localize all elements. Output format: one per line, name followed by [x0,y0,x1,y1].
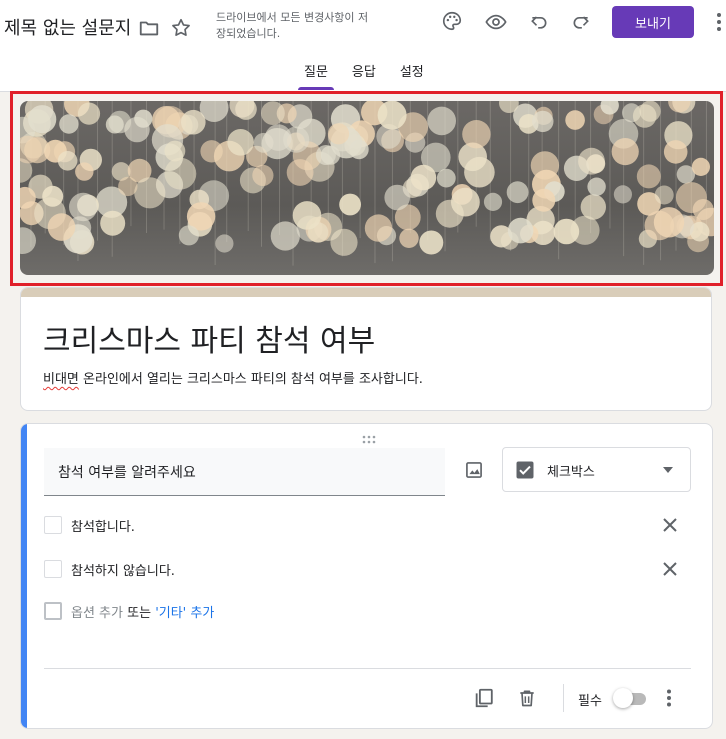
folder-icon[interactable] [137,16,161,40]
app-header: 제목 없는 설문지 드라이브에서 모든 변경사항이 저장되었습니다. 보내기 질… [0,0,726,92]
header-banner-image[interactable] [20,101,714,275]
footer-divider [44,668,691,669]
checkbox-type-icon [515,460,535,480]
option-row[interactable]: 참석합니다. [44,512,684,536]
tab-responses[interactable]: 응답 [346,60,382,88]
redo-icon[interactable] [569,10,593,34]
add-option-row[interactable]: 옵션 추가 또는 '기타' 추가 [44,598,684,622]
tab-questions[interactable]: 질문 [298,60,334,90]
add-option-link[interactable]: 옵션 추가 [71,606,123,621]
question-type-dropdown[interactable]: 체크박스 [502,447,691,492]
form-description[interactable]: 비대면 온라인에서 열리는 크리스마스 파티의 참석 여부를 조사합니다. [43,368,423,387]
add-option-text: 옵션 추가 또는 '기타' 추가 [71,602,214,621]
form-title-card[interactable]: 크리스마스 파티 참석 여부 비대면 온라인에서 열리는 크리스마스 파티의 참… [20,287,712,411]
preview-eye-icon[interactable] [483,10,509,34]
option-row[interactable]: 참석하지 않습니다. [44,556,684,580]
duplicate-icon[interactable] [470,684,498,712]
add-other-link[interactable]: '기타' 추가 [155,606,214,621]
question-title-input[interactable]: 참석 여부를 알려주세요 [44,448,445,496]
form-description-text: 온라인에서 열리는 크리스마스 파티의 참석 여부를 조사합니다. [78,372,423,387]
active-question-indicator [21,424,27,728]
option-label[interactable]: 참석하지 않습니다. [71,560,175,579]
option-checkbox [44,560,62,578]
dropdown-arrow-icon [661,465,675,475]
tab-settings[interactable]: 설정 [394,60,430,88]
add-option-checkbox [44,602,62,620]
undo-icon[interactable] [527,10,551,34]
spellcheck-word: 비대면 [43,372,79,387]
or-text: 또는 [127,606,152,621]
remove-option-icon[interactable] [658,557,682,581]
question-type-label: 체크박스 [547,465,595,480]
more-vert-icon[interactable] [712,9,726,35]
footer-vertical-divider [563,684,564,712]
form-title[interactable]: 크리스마스 파티 참석 여부 [43,316,375,360]
bokeh-lights-image [20,101,714,266]
remove-option-icon[interactable] [658,513,682,537]
option-checkbox [44,516,62,534]
required-label: 필수 [578,694,602,709]
delete-icon[interactable] [513,684,541,712]
option-label[interactable]: 참석합니다. [71,516,135,535]
drag-handle-icon[interactable] [361,430,377,444]
form-tabs: 질문 응답 설정 [298,60,442,92]
question-more-icon[interactable] [661,686,677,710]
question-card[interactable]: 참석 여부를 알려주세요 체크박스 참석합니다. 참석하지 않습니다. 옵션 추… [20,423,713,729]
save-status: 드라이브에서 모든 변경사항이 저장되었습니다. [216,11,369,40]
add-image-icon[interactable] [462,458,486,482]
document-title[interactable]: 제목 없는 설문지 [4,14,131,40]
palette-icon[interactable] [440,9,464,33]
send-button[interactable]: 보내기 [612,6,694,38]
required-toggle-knob[interactable] [613,688,633,708]
star-icon[interactable] [169,16,193,40]
theme-color-stripe [21,288,711,297]
